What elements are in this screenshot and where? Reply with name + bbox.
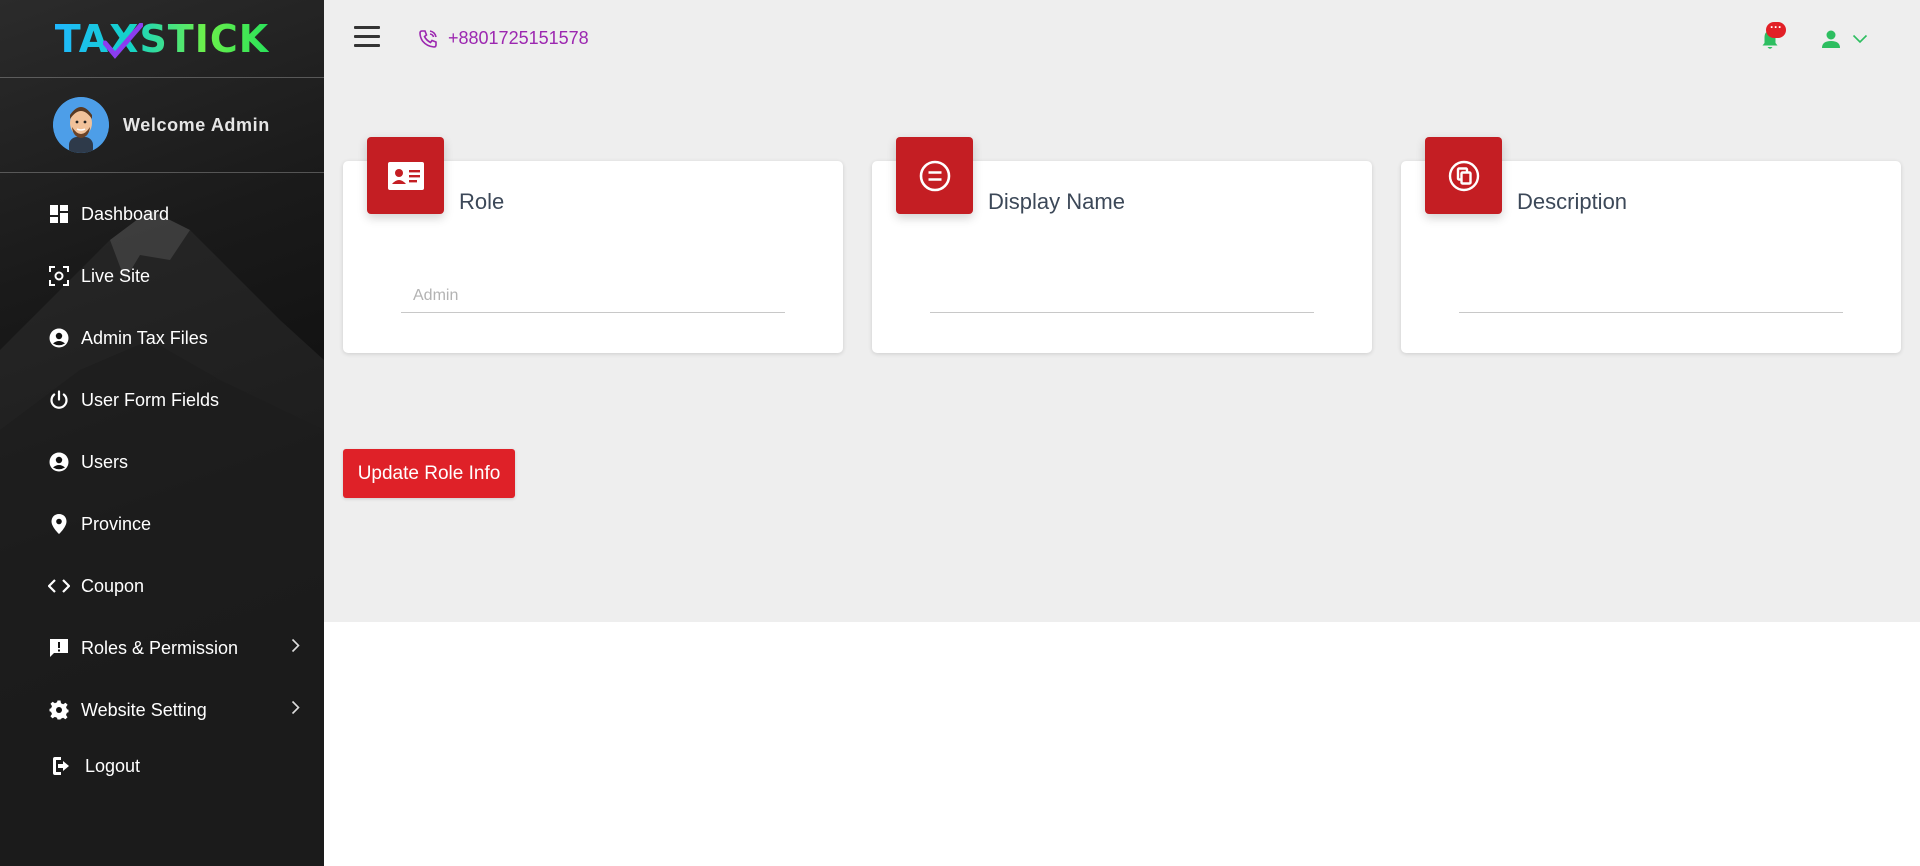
logo-check-mark [102, 22, 143, 59]
sidebar-item-label: Admin Tax Files [81, 327, 208, 348]
user-menu[interactable] [1820, 28, 1868, 50]
dashboard-icon [48, 203, 70, 225]
sidebar-item-label: Roles & Permission [81, 637, 239, 658]
copy-circle-icon [1425, 137, 1502, 214]
hamburger-menu-icon[interactable] [354, 26, 380, 50]
sidebar-item-dashboard[interactable]: Dashboard [0, 183, 324, 245]
card-title: Display Name [988, 189, 1125, 214]
update-role-info-button[interactable]: Update Role Info [343, 449, 515, 498]
sidebar-item-logout[interactable]: Logout [0, 741, 324, 791]
sidebar-item-user-form-fields[interactable]: User Form Fields [0, 369, 324, 431]
live-site-icon [48, 265, 70, 287]
sidebar-item-label: Live Site [81, 265, 151, 286]
card-title: Description [1517, 189, 1628, 214]
brand-name: TAXSTICK [54, 16, 270, 61]
account-circle-icon [48, 451, 70, 473]
gear-icon [48, 699, 70, 721]
sidebar-item-province[interactable]: Province [0, 493, 324, 555]
sidebar: TAXSTICK Welcome Admin Dashboard Live Si… [0, 0, 324, 866]
display-name-card: Display Name [872, 137, 1372, 353]
sidebar-item-label: Logout [85, 755, 141, 776]
card-title: Role [459, 189, 505, 214]
code-icon [48, 575, 70, 597]
power-icon [48, 389, 70, 411]
sidebar-item-website-setting[interactable]: Website Setting [0, 679, 324, 741]
logout-icon [52, 755, 74, 777]
chevron-right-icon [291, 700, 300, 720]
role-input[interactable] [401, 279, 785, 313]
user-panel: Welcome Admin [0, 78, 324, 173]
avatar[interactable] [53, 97, 109, 153]
main-content: +8801725151578 ··· Role Admin Display Na… [324, 0, 1920, 622]
phone-number: +8801725151578 [448, 28, 589, 48]
display-name-input[interactable] [930, 279, 1314, 313]
contact-card-icon [367, 137, 444, 214]
chevron-right-icon [291, 638, 300, 658]
phone-contact[interactable]: +8801725151578 [418, 28, 589, 49]
sidebar-item-label: Users [81, 451, 129, 472]
location-pin-icon [48, 513, 70, 535]
account-circle-icon [48, 327, 70, 349]
sidebar-item-live-site[interactable]: Live Site [0, 245, 324, 307]
sidebar-item-label: Website Setting [81, 699, 207, 720]
sidebar-item-coupon[interactable]: Coupon [0, 555, 324, 617]
phone-icon [419, 29, 437, 48]
notification-badge: ··· [1766, 21, 1786, 38]
sidebar-nav: Dashboard Live Site Admin Tax Files User… [0, 183, 324, 791]
person-icon [1822, 30, 1840, 48]
avatar-illustration [53, 97, 109, 153]
sidebar-item-label: User Form Fields [81, 389, 220, 410]
feedback-icon [48, 637, 70, 659]
role-card: Role [343, 137, 843, 353]
brand-logo[interactable]: TAXSTICK [0, 0, 324, 78]
sidebar-item-label: Dashboard [81, 203, 170, 224]
description-card: Description [1401, 137, 1901, 353]
sidebar-item-users[interactable]: Users [0, 431, 324, 493]
welcome-text: Welcome Admin [123, 114, 270, 135]
equals-circle-icon [896, 137, 973, 214]
sidebar-item-roles-permission[interactable]: Roles & Permission [0, 617, 324, 679]
top-bar: +8801725151578 ··· [324, 0, 1920, 80]
role-form-cards: Role Display Name Description [343, 137, 1902, 353]
sidebar-item-admin-tax-files[interactable]: Admin Tax Files [0, 307, 324, 369]
description-input[interactable] [1459, 279, 1843, 313]
sidebar-item-label: Coupon [81, 575, 145, 596]
chevron-down-icon [1852, 34, 1868, 44]
sidebar-item-label: Province [81, 513, 152, 534]
